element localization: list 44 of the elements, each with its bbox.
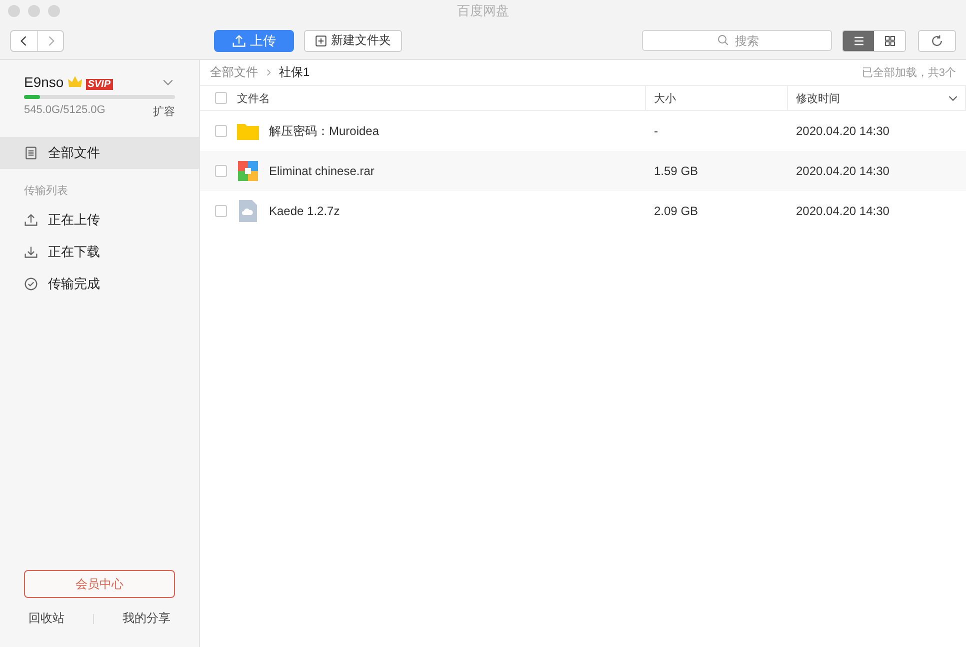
minimize-button[interactable] — [28, 5, 40, 17]
select-all-checkbox[interactable] — [215, 92, 227, 104]
footer-link[interactable]: 我的分享 — [122, 610, 171, 627]
zoom-button[interactable] — [48, 5, 60, 17]
close-button[interactable] — [8, 5, 20, 17]
status-text: 已全部加载，共3个 — [862, 66, 956, 80]
sidebar-item[interactable]: 全部文件 — [0, 137, 199, 169]
breadcrumb-link[interactable]: 全部文件 — [210, 64, 258, 81]
refresh-icon — [930, 34, 944, 48]
footer-link[interactable]: 回收站 — [28, 610, 64, 627]
row-checkbox[interactable] — [215, 205, 227, 217]
cloud-file-icon — [239, 200, 257, 222]
plus-square-icon — [315, 34, 327, 46]
search-field[interactable]: 搜索 — [642, 30, 832, 51]
upload-icon — [232, 34, 246, 48]
grid-view-button[interactable] — [874, 30, 905, 50]
refresh-button[interactable] — [918, 30, 956, 52]
download-icon — [24, 245, 38, 259]
storage-usage: 545.0G/5125.0G — [24, 104, 106, 118]
file-name-cell[interactable]: Eliminat chinese.rar — [200, 151, 646, 191]
document-icon — [24, 146, 38, 160]
upload-icon — [24, 213, 38, 227]
archive-icon — [238, 161, 258, 181]
upload-button[interactable]: 上传 — [214, 30, 294, 52]
folder-icon — [237, 122, 259, 140]
window-title: 百度网盘 — [457, 2, 509, 20]
expand-link[interactable]: 扩容 — [153, 104, 175, 119]
grid-icon — [884, 34, 896, 46]
search-icon — [717, 34, 729, 46]
section-label: 传输列表 — [23, 184, 69, 199]
size-cell: 1.59 GB — [646, 151, 788, 191]
user-name: E9nso — [24, 74, 64, 90]
sidebar-item[interactable]: 正在上传 — [0, 204, 199, 236]
list-view-button[interactable] — [843, 30, 874, 50]
new-folder-button[interactable]: 新建文件夹 — [304, 30, 402, 52]
row-checkbox[interactable] — [215, 165, 227, 177]
check-circle-icon — [24, 277, 38, 291]
sidebar-item[interactable]: 正在下载 — [0, 236, 199, 268]
breadcrumb-link[interactable]: 社保1 — [279, 64, 310, 81]
sidebar-item[interactable]: 传输完成 — [0, 268, 199, 300]
row-checkbox[interactable] — [215, 125, 227, 137]
date-cell: 2020.04.20 14:30 — [788, 151, 966, 191]
svip-badge: SVIP — [86, 78, 112, 90]
crown-icon — [68, 76, 82, 88]
